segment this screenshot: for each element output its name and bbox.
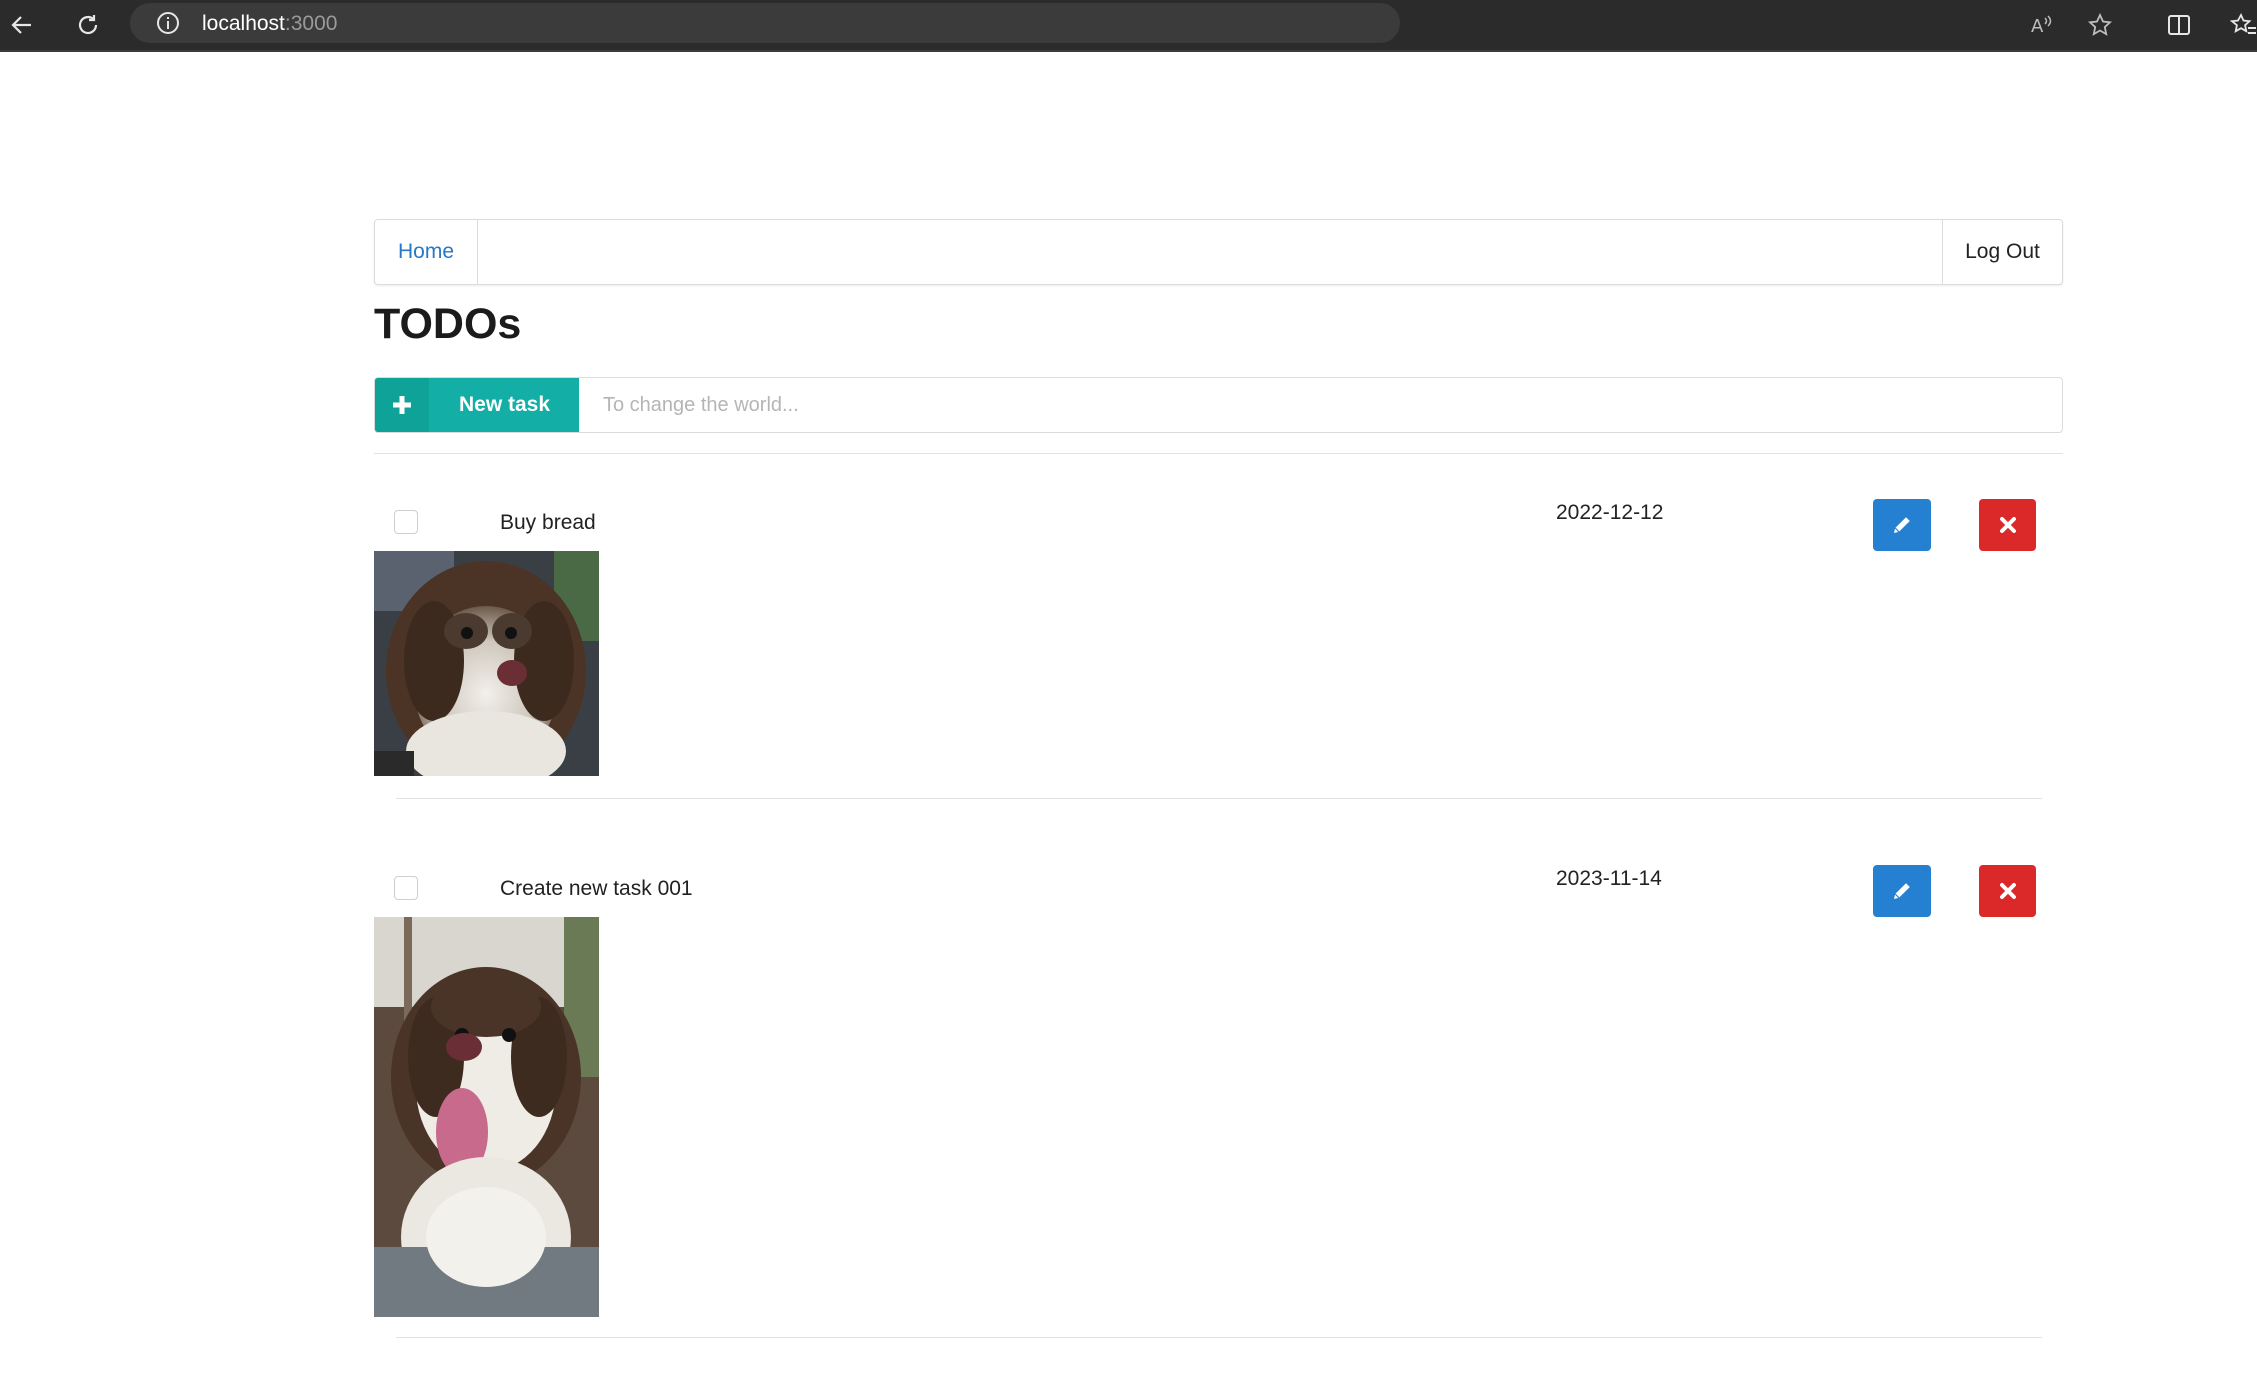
todo-photo (374, 917, 599, 1317)
split-screen-icon[interactable] (2163, 9, 2195, 41)
svg-text:A: A (2031, 16, 2044, 37)
url-port: :3000 (284, 12, 338, 35)
divider (396, 798, 2042, 799)
todo-complete-checkbox[interactable] (394, 876, 418, 900)
url-text: localhost:3000 (202, 12, 337, 36)
todo-date: 2022-12-12 (1556, 501, 1664, 524)
reload-icon[interactable] (72, 9, 104, 41)
todo-title: Buy bread (500, 511, 596, 534)
todo-complete-checkbox[interactable] (394, 510, 418, 534)
address-bar[interactable]: localhost:3000 (130, 3, 1400, 43)
todo-item: Create new task 001 2023-11-14 (374, 846, 2063, 1346)
url-host: localhost (202, 12, 285, 35)
nav-home-link[interactable]: Home (375, 220, 478, 284)
top-navbar: Home Log Out (374, 219, 2063, 285)
new-task-button-label: New task (459, 393, 551, 416)
todo-title: Create new task 001 (500, 877, 693, 900)
close-icon (1999, 883, 2016, 899)
favorite-star-icon[interactable] (2084, 9, 2116, 41)
edit-button[interactable] (1873, 865, 1931, 917)
divider (374, 453, 2063, 454)
delete-button[interactable] (1979, 865, 2036, 917)
plus-icon (375, 378, 429, 432)
todo-item: Buy bread 2022-12-12 (374, 480, 2063, 800)
site-info-icon[interactable] (152, 7, 184, 39)
browser-toolbar: localhost:3000 A (0, 0, 2257, 52)
logout-link[interactable]: Log Out (1942, 220, 2062, 284)
divider (396, 1337, 2042, 1338)
favorites-list-icon[interactable] (2227, 9, 2257, 41)
page-title: TODOs (374, 300, 522, 348)
close-icon (1999, 517, 2016, 533)
back-arrow-icon[interactable] (6, 9, 38, 41)
new-task-button[interactable]: New task (375, 378, 579, 432)
delete-button[interactable] (1979, 499, 2036, 551)
todo-photo (374, 551, 599, 776)
edit-button[interactable] (1873, 499, 1931, 551)
new-task-input[interactable] (579, 378, 2062, 432)
read-aloud-icon[interactable]: A (2026, 9, 2058, 41)
new-task-form: New task (374, 377, 2063, 433)
pencil-icon (1894, 883, 1910, 899)
todo-date: 2023-11-14 (1556, 867, 1662, 890)
pencil-icon (1894, 517, 1910, 533)
